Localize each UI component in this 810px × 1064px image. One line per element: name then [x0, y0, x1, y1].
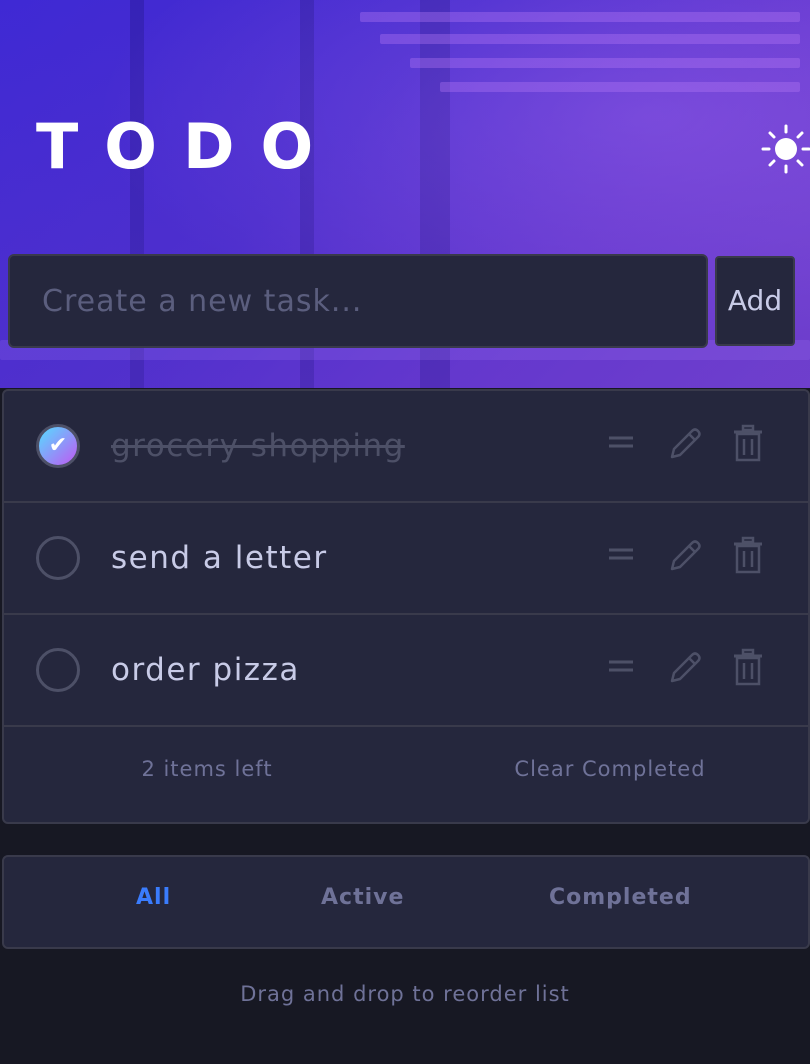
drag-handle-icon[interactable]: [606, 537, 636, 571]
filter-completed[interactable]: Completed: [549, 885, 692, 910]
task-row[interactable]: send a letter: [4, 503, 808, 615]
filter-active[interactable]: Active: [321, 885, 404, 910]
check-icon: ✔: [48, 433, 68, 458]
new-task-field: [8, 254, 708, 348]
task-checkbox-checked[interactable]: ✔: [36, 424, 80, 468]
trash-icon[interactable]: [730, 647, 766, 687]
task-checkbox[interactable]: [36, 648, 80, 692]
filter-all[interactable]: All: [136, 885, 171, 910]
task-label: order pizza: [111, 652, 300, 688]
task-row[interactable]: order pizza: [4, 615, 808, 727]
sun-icon: [761, 124, 810, 174]
task-list: ✔ grocery shopping send a letter order p…: [2, 389, 810, 824]
drag-handle-icon[interactable]: [606, 649, 636, 683]
trash-icon[interactable]: [730, 535, 766, 575]
task-label: grocery shopping: [111, 428, 405, 464]
add-task-button[interactable]: Add: [715, 256, 795, 346]
task-row[interactable]: ✔ grocery shopping: [4, 391, 808, 503]
pencil-icon[interactable]: [664, 535, 704, 575]
clear-completed-button[interactable]: Clear Completed: [410, 757, 808, 781]
trash-icon[interactable]: [730, 423, 766, 463]
pencil-icon[interactable]: [664, 423, 704, 463]
pencil-icon[interactable]: [664, 647, 704, 687]
task-checkbox[interactable]: [36, 536, 80, 580]
drag-handle-icon[interactable]: [606, 425, 636, 459]
reorder-hint: Drag and drop to reorder list: [240, 982, 570, 1006]
filter-bar: All Active Completed: [2, 855, 810, 949]
task-label: send a letter: [111, 540, 328, 576]
new-task-input[interactable]: [10, 256, 706, 346]
theme-toggle-button[interactable]: [760, 122, 810, 176]
app-title: TODO: [36, 110, 340, 183]
items-left-count: 2 items left: [141, 757, 273, 781]
list-footer: 2 items left Clear Completed: [4, 727, 808, 822]
